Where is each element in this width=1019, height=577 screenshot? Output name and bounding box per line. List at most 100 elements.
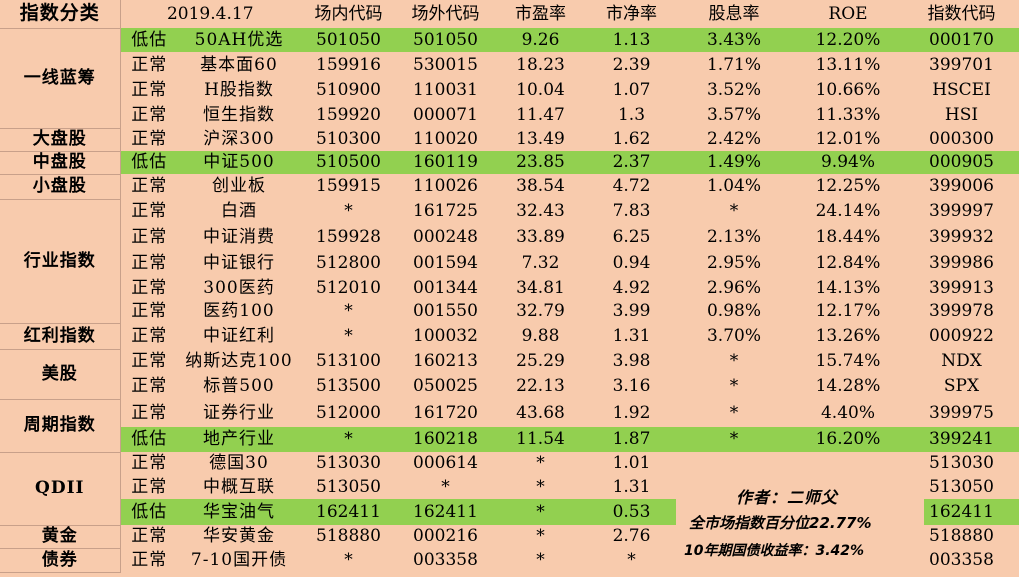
cell-code: 003358 [929, 549, 994, 570]
cell-pe: 18.23 [516, 54, 565, 75]
valuation-sheet: 指数分类 2019.4.17 场内代码 场外代码 市盈率 市净率 股息率 ROE… [0, 0, 1019, 577]
cell-status: 正常 [131, 201, 168, 221]
cell-div: 2.95% [706, 252, 761, 273]
cell-pb: 1.13 [587, 28, 676, 52]
cell-onsite: 518880 [316, 526, 381, 546]
cell-name: 恒生指数 [203, 105, 275, 125]
cell-status: 正常 [131, 549, 168, 570]
cell-roe [792, 475, 904, 499]
cell-status: 正常 [131, 476, 168, 497]
category-label: 一线蓝筹 [0, 28, 121, 129]
cell-name: 医药100 [203, 301, 275, 321]
cell-code: SPX [943, 376, 980, 396]
cell-onsite: 513050 [316, 476, 381, 497]
cell-pb: 1.31 [612, 476, 651, 497]
cell-code: 513030 [929, 453, 994, 473]
cell-pb: 1.92 [612, 402, 651, 423]
cell-status: 正常 [131, 54, 168, 75]
cell-pb: 0.53 [587, 499, 676, 525]
cell-pb: 3.98 [612, 351, 651, 371]
table-row: 大盘股 正常 沪深300 510300 110020 13.49 1.62 2.42% 12.0… [0, 128, 1019, 152]
cell-roe: 18.44% [815, 226, 881, 247]
cell-div: 3.52% [706, 80, 761, 100]
cell-offsite: 162411 [397, 499, 494, 525]
cell-pb: 1.3 [617, 105, 646, 125]
cell-status: 正常 [131, 453, 168, 473]
cell-name: 纳斯达克100 [185, 351, 293, 371]
cell-div: 3.43% [676, 28, 792, 52]
cell-pe: 23.85 [494, 151, 587, 174]
cell-div: 0.98% [706, 301, 761, 321]
category-label: 黄金 [0, 525, 121, 549]
table-row: 低估 地产行业 * 160218 11.54 1.87 * 16.20% 399241 [0, 427, 1019, 452]
table-row: 中盘股 低估 中证500 510500 160119 23.85 2.37 1.49% 9.94… [0, 151, 1019, 175]
category-label: 大盘股 [0, 128, 121, 152]
cell-div: * [729, 402, 739, 423]
cell-offsite: 501050 [397, 28, 494, 52]
cell-roe: 14.13% [815, 277, 881, 298]
table-row: 一线蓝筹 低估 50AH优选 501050 501050 9.26 1.13 3.43% 12.… [0, 28, 1019, 129]
cell-offsite: * [441, 476, 450, 497]
cell-offsite: 160213 [413, 351, 478, 371]
cell-name: H股指数 [204, 80, 274, 100]
cell-pb: 1.01 [612, 453, 651, 473]
cell-pe: * [536, 476, 545, 497]
table-row: 低估 华宝油气 162411 162411 * 0.53 162411 [0, 499, 1019, 525]
cell-status: 正常 [131, 226, 168, 247]
cell-pe: 43.68 [516, 402, 565, 423]
cell-status: 正常 [131, 402, 168, 423]
cell-roe: 12.20% [792, 28, 904, 52]
cell-div: 2.13% [706, 226, 761, 247]
cell-pb: 3.16 [612, 376, 651, 396]
cell-code: 518880 [929, 526, 994, 546]
cell-pe: 25.29 [516, 351, 565, 371]
cell-pb: 4.72 [612, 176, 651, 196]
cell-onsite: 513500 [316, 376, 381, 396]
table-row: 正常 恒生指数 159920 000071 11.47 1.3 3.57% 11.33% HSI [0, 103, 1019, 128]
cell-code: 399932 [929, 226, 994, 247]
cell-div: * [729, 351, 739, 371]
cell-code: 399241 [904, 427, 1019, 452]
cell-status: 正常 [131, 176, 168, 196]
cell-div [676, 499, 792, 525]
cell-onsite: * [300, 427, 397, 452]
category-label: 小盘股 [0, 174, 121, 200]
cell-pe: 34.81 [516, 277, 565, 298]
cell-name: 标普500 [203, 376, 275, 396]
cell-pe: 7.32 [521, 252, 560, 273]
table-row: 正常 医药100 * 001550 32.79 3.99 0.98% 12.17% 399978 [0, 300, 1019, 323]
cell-onsite: * [344, 301, 353, 321]
cell-code: NDX [941, 351, 982, 371]
cell-roe: 11.33% [815, 105, 881, 125]
cell-onsite: 159928 [316, 226, 381, 247]
cell-offsite: 160119 [397, 151, 494, 174]
table-row: 美股 正常 纳斯达克100 513100 160213 25.29 3.98 * 15.74% N… [0, 349, 1019, 400]
cell-name: 创业板 [212, 176, 266, 196]
cell-code: 162411 [904, 499, 1019, 525]
cell-pb: 7.83 [612, 201, 651, 221]
cell-name: 地产行业 [178, 427, 300, 452]
cell-code: 399913 [929, 277, 994, 298]
cell-name: 基本面60 [200, 54, 278, 75]
cell-code: 000922 [929, 325, 994, 346]
header-index-code: 指数代码 [927, 3, 996, 24]
category-label: QDII [0, 452, 121, 526]
cell-onsite: 162411 [300, 499, 397, 525]
cell-roe: 13.11% [815, 54, 881, 75]
cell-offsite: 001344 [413, 277, 478, 298]
cell-pb: 1.07 [612, 80, 651, 100]
cell-pb: 2.39 [612, 54, 651, 75]
cell-offsite: 110026 [413, 176, 478, 196]
table-row: 正常 H股指数 510900 110031 10.04 1.07 3.52% 10.66% HS… [0, 78, 1019, 103]
cell-status: 正常 [131, 351, 168, 371]
category-label: 行业指数 [0, 199, 121, 324]
cell-div: 1.04% [706, 176, 761, 196]
category-label: 美股 [0, 349, 121, 400]
cell-pb: 2.76 [612, 526, 651, 546]
cell-pb: 1.31 [612, 325, 651, 346]
cell-onsite: 159920 [316, 105, 381, 125]
cell-pe: 32.79 [516, 301, 565, 321]
cell-offsite: 110020 [413, 129, 478, 149]
cell-pe: * [536, 526, 545, 546]
cell-status: 正常 [131, 252, 168, 273]
